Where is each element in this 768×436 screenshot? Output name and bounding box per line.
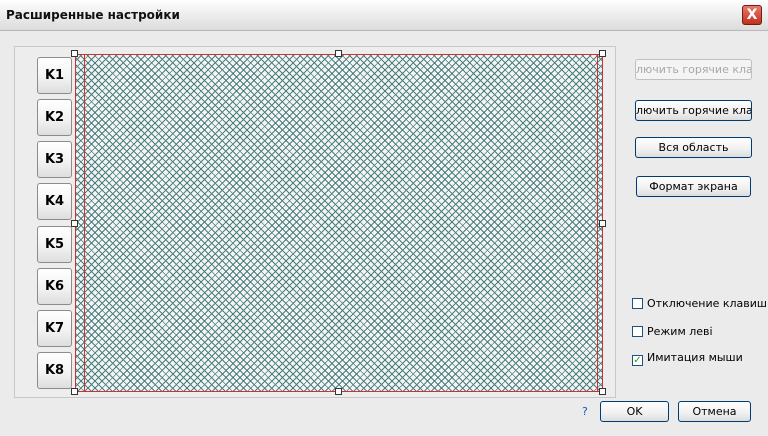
full-area-button[interactable]: Вся область — [635, 137, 752, 158]
k8-button[interactable]: K8 — [37, 352, 72, 389]
enable-hotkeys-button[interactable]: лючить горячие клави — [635, 100, 752, 121]
k2-button[interactable]: K2 — [37, 99, 72, 136]
mouse-emulation-checkbox[interactable]: ✓ Имитация мыши — [632, 351, 743, 366]
left-mode-checkbox[interactable]: Режим леві — [632, 325, 713, 339]
disable-keys-checkbox[interactable]: Отключение клавиш — [632, 297, 767, 311]
resize-handle-top-left[interactable] — [71, 50, 78, 57]
cancel-button[interactable]: Отмена — [678, 401, 751, 422]
k5-button[interactable]: K5 — [37, 226, 72, 263]
screen-format-button[interactable]: Формат экрана — [636, 176, 751, 197]
resize-handle-top[interactable] — [335, 50, 342, 57]
title-bar: Расширенные настройки X — [0, 0, 768, 31]
help-icon[interactable]: ? — [582, 405, 588, 418]
checkbox-label: Режим леві — [647, 325, 713, 338]
ok-button[interactable]: OK — [600, 401, 669, 422]
resize-handle-bottom-left[interactable] — [71, 388, 78, 395]
k1-button[interactable]: K1 — [37, 57, 72, 94]
resize-handle-bottom[interactable] — [335, 388, 342, 395]
dialog-body: K1 K2 K3 K4 K5 K6 K7 K8 лючить горячие к… — [0, 31, 768, 436]
k3-button[interactable]: K3 — [37, 141, 72, 178]
active-area-canvas[interactable] — [75, 54, 603, 392]
resize-handle-top-right[interactable] — [599, 50, 606, 57]
checkbox-box[interactable] — [632, 326, 643, 337]
resize-handle-bottom-right[interactable] — [599, 388, 606, 395]
resize-handle-left[interactable] — [71, 220, 78, 227]
checkbox-label: Имитация мыши — [647, 351, 743, 364]
checkbox-label: Отключение клавиш — [647, 297, 767, 310]
k7-button[interactable]: K7 — [37, 310, 72, 347]
checkbox-box[interactable] — [632, 298, 643, 309]
enable-hotkeys-button-disabled: лючить горячие клави — [635, 59, 752, 80]
resize-handle-right[interactable] — [599, 220, 606, 227]
close-button[interactable]: X — [742, 5, 762, 25]
right-boundary-line — [597, 54, 598, 392]
left-boundary-line — [84, 54, 85, 392]
k4-button[interactable]: K4 — [37, 183, 72, 220]
checkmark-icon[interactable]: ✓ — [632, 355, 643, 366]
k6-button[interactable]: K6 — [37, 268, 72, 305]
window-title: Расширенные настройки — [6, 8, 180, 22]
